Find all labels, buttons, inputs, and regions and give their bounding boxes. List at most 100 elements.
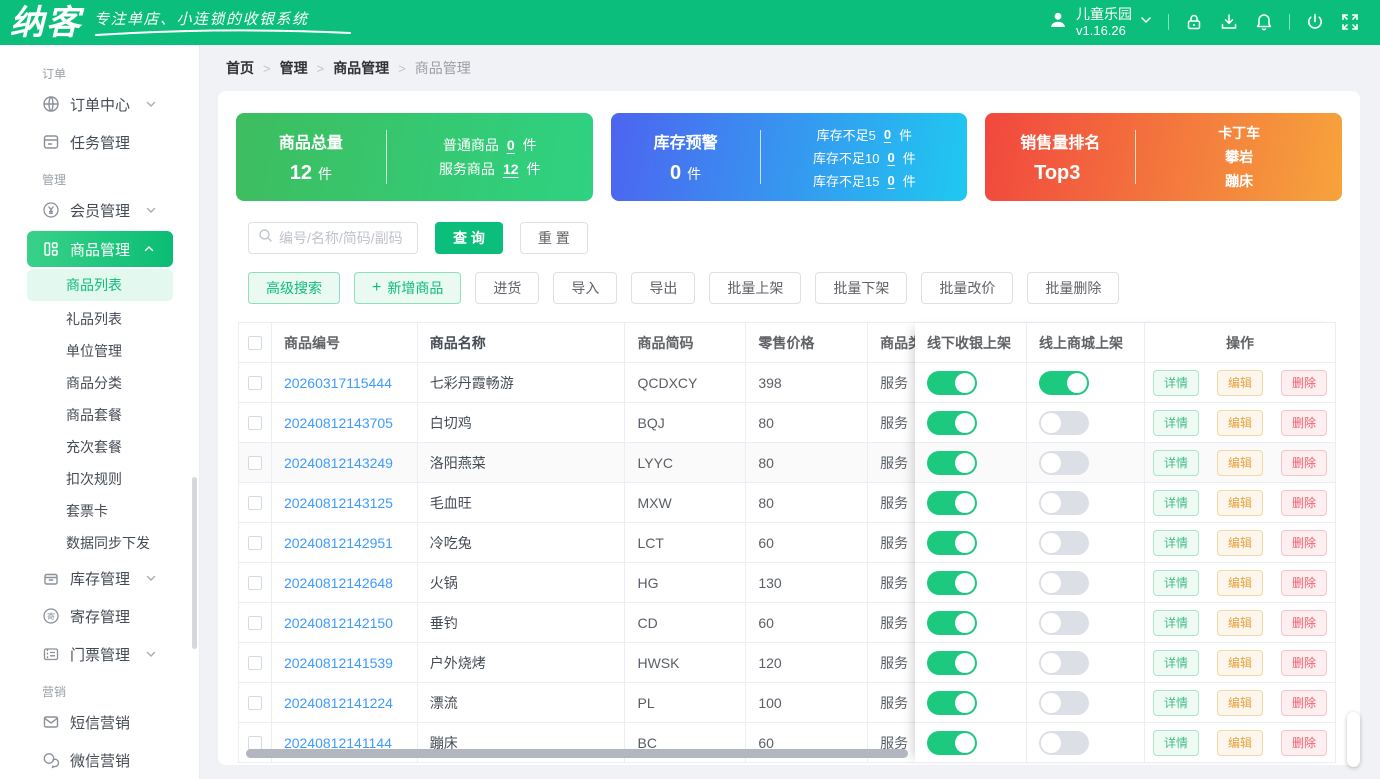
delete-button[interactable]: 删除	[1281, 609, 1328, 636]
edit-button[interactable]: 编辑	[1216, 649, 1263, 676]
sidebar-subitem-product-category[interactable]: 商品分类	[0, 367, 199, 399]
sidebar-item-sms-marketing[interactable]: 短信营销	[0, 703, 199, 741]
sidebar-item-task-manage[interactable]: 任务管理	[0, 123, 199, 161]
sidebar-item-deposit-manage[interactable]: 寄 寄存管理	[0, 597, 199, 635]
pos-on-shelf-toggle[interactable]	[927, 570, 977, 595]
detail-button[interactable]: 详情	[1152, 529, 1199, 556]
sidebar-item-wechat-marketing[interactable]: 微信营销	[0, 741, 199, 779]
detail-button[interactable]: 详情	[1152, 649, 1199, 676]
stat-line-value[interactable]: 0	[888, 150, 895, 165]
mall-on-shelf-toggle[interactable]	[1039, 530, 1089, 555]
row-checkbox[interactable]	[247, 415, 262, 430]
edit-button[interactable]: 编辑	[1216, 489, 1263, 516]
row-checkbox[interactable]	[247, 535, 262, 550]
delete-button[interactable]: 删除	[1281, 689, 1328, 716]
sidebar-subitem-recharge-combo[interactable]: 充次套餐	[0, 431, 199, 463]
mall-on-shelf-toggle[interactable]	[1039, 650, 1089, 675]
lock-icon[interactable]	[1184, 12, 1204, 32]
vertical-scrollbar[interactable]	[1347, 712, 1360, 767]
sidebar-subitem-unit-manage[interactable]: 单位管理	[0, 335, 199, 367]
mall-on-shelf-toggle[interactable]	[1039, 410, 1089, 435]
sidebar-subitem-ticket-card[interactable]: 套票卡	[0, 495, 199, 527]
product-id-link[interactable]: 20240812143705	[284, 415, 393, 431]
product-id-link[interactable]: 20240812142150	[284, 615, 393, 631]
sidebar-subitem-product-list[interactable]: 商品列表	[27, 269, 173, 301]
search-input[interactable]	[279, 230, 408, 246]
pos-on-shelf-toggle[interactable]	[927, 370, 977, 395]
mall-on-shelf-toggle[interactable]	[1039, 450, 1089, 475]
mall-on-shelf-toggle[interactable]	[1039, 610, 1089, 635]
product-id-link[interactable]: 20240812141539	[284, 655, 393, 671]
delete-button[interactable]: 删除	[1281, 489, 1328, 516]
product-id-link[interactable]: 20240812143249	[284, 455, 393, 471]
advanced-search-button[interactable]: 高级搜索	[248, 272, 340, 304]
sidebar-subitem-deduct-rule[interactable]: 扣次规则	[0, 463, 199, 495]
export-button[interactable]: 导出	[631, 272, 696, 304]
product-id-link[interactable]: 20260317115444	[284, 375, 392, 391]
pos-on-shelf-toggle[interactable]	[927, 490, 977, 515]
row-checkbox[interactable]	[247, 735, 262, 750]
breadcrumb-product-manage[interactable]: 商品管理	[333, 58, 389, 78]
product-id-link[interactable]: 20240812141224	[284, 695, 393, 711]
edit-button[interactable]: 编辑	[1216, 529, 1263, 556]
delete-button[interactable]: 删除	[1281, 449, 1328, 476]
mall-on-shelf-toggle[interactable]	[1039, 490, 1089, 515]
edit-button[interactable]: 编辑	[1216, 409, 1263, 436]
detail-button[interactable]: 详情	[1152, 449, 1199, 476]
detail-button[interactable]: 详情	[1152, 609, 1199, 636]
sidebar-scrollbar[interactable]	[192, 477, 197, 649]
breadcrumb-home[interactable]: 首页	[226, 58, 254, 78]
mall-on-shelf-toggle[interactable]	[1039, 370, 1089, 395]
edit-button[interactable]: 编辑	[1216, 569, 1263, 596]
detail-button[interactable]: 详情	[1152, 489, 1199, 516]
row-checkbox[interactable]	[247, 375, 262, 390]
sidebar-subitem-gift-list[interactable]: 礼品列表	[0, 303, 199, 335]
detail-button[interactable]: 详情	[1152, 409, 1199, 436]
pos-on-shelf-toggle[interactable]	[927, 610, 977, 635]
pos-on-shelf-toggle[interactable]	[927, 450, 977, 475]
sidebar-item-stock-manage[interactable]: 库存管理	[0, 559, 199, 597]
pos-on-shelf-toggle[interactable]	[927, 650, 977, 675]
detail-button[interactable]: 详情	[1152, 689, 1199, 716]
detail-button[interactable]: 详情	[1152, 569, 1199, 596]
fullscreen-icon[interactable]	[1340, 12, 1360, 32]
row-checkbox[interactable]	[247, 615, 262, 630]
import-button[interactable]: 导入	[553, 272, 618, 304]
mall-on-shelf-toggle[interactable]	[1039, 570, 1089, 595]
sidebar-subitem-product-combo[interactable]: 商品套餐	[0, 399, 199, 431]
edit-button[interactable]: 编辑	[1216, 369, 1263, 396]
horizontal-scrollbar[interactable]	[246, 749, 908, 758]
pos-on-shelf-toggle[interactable]	[927, 410, 977, 435]
batch-off-shelf-button[interactable]: 批量下架	[815, 272, 908, 304]
breadcrumb-manage[interactable]: 管理	[280, 58, 308, 78]
delete-button[interactable]: 删除	[1281, 649, 1328, 676]
row-checkbox[interactable]	[247, 575, 262, 590]
account-menu[interactable]: 儿童乐园 v1.16.26	[1047, 6, 1153, 38]
product-id-link[interactable]: 20240812142951	[284, 535, 393, 551]
edit-button[interactable]: 编辑	[1216, 609, 1263, 636]
stat-line-value[interactable]: 0	[884, 127, 891, 142]
batch-reprice-button[interactable]: 批量改价	[921, 272, 1014, 304]
row-checkbox[interactable]	[247, 695, 262, 710]
pos-on-shelf-toggle[interactable]	[927, 690, 977, 715]
delete-button[interactable]: 删除	[1281, 369, 1328, 396]
query-button[interactable]: 查 询	[435, 222, 503, 254]
reset-button[interactable]: 重 置	[519, 222, 588, 254]
sidebar-subitem-data-sync[interactable]: 数据同步下发	[0, 527, 199, 559]
batch-on-shelf-button[interactable]: 批量上架	[709, 272, 802, 304]
mall-on-shelf-toggle[interactable]	[1039, 690, 1089, 715]
row-checkbox[interactable]	[247, 495, 262, 510]
stat-line-value[interactable]: 0	[507, 137, 515, 153]
mall-on-shelf-toggle[interactable]	[1039, 730, 1089, 755]
pos-on-shelf-toggle[interactable]	[927, 530, 977, 555]
sidebar-item-ticket-manage[interactable]: 门票管理	[0, 635, 199, 673]
product-id-link[interactable]: 20240812142648	[284, 575, 393, 591]
power-icon[interactable]	[1305, 12, 1325, 32]
add-product-button[interactable]: + 新增商品	[354, 272, 462, 304]
batch-delete-button[interactable]: 批量删除	[1027, 272, 1120, 304]
download-icon[interactable]	[1219, 12, 1239, 32]
edit-button[interactable]: 编辑	[1216, 729, 1263, 756]
edit-button[interactable]: 编辑	[1216, 689, 1263, 716]
detail-button[interactable]: 详情	[1152, 729, 1199, 756]
delete-button[interactable]: 删除	[1281, 729, 1328, 756]
